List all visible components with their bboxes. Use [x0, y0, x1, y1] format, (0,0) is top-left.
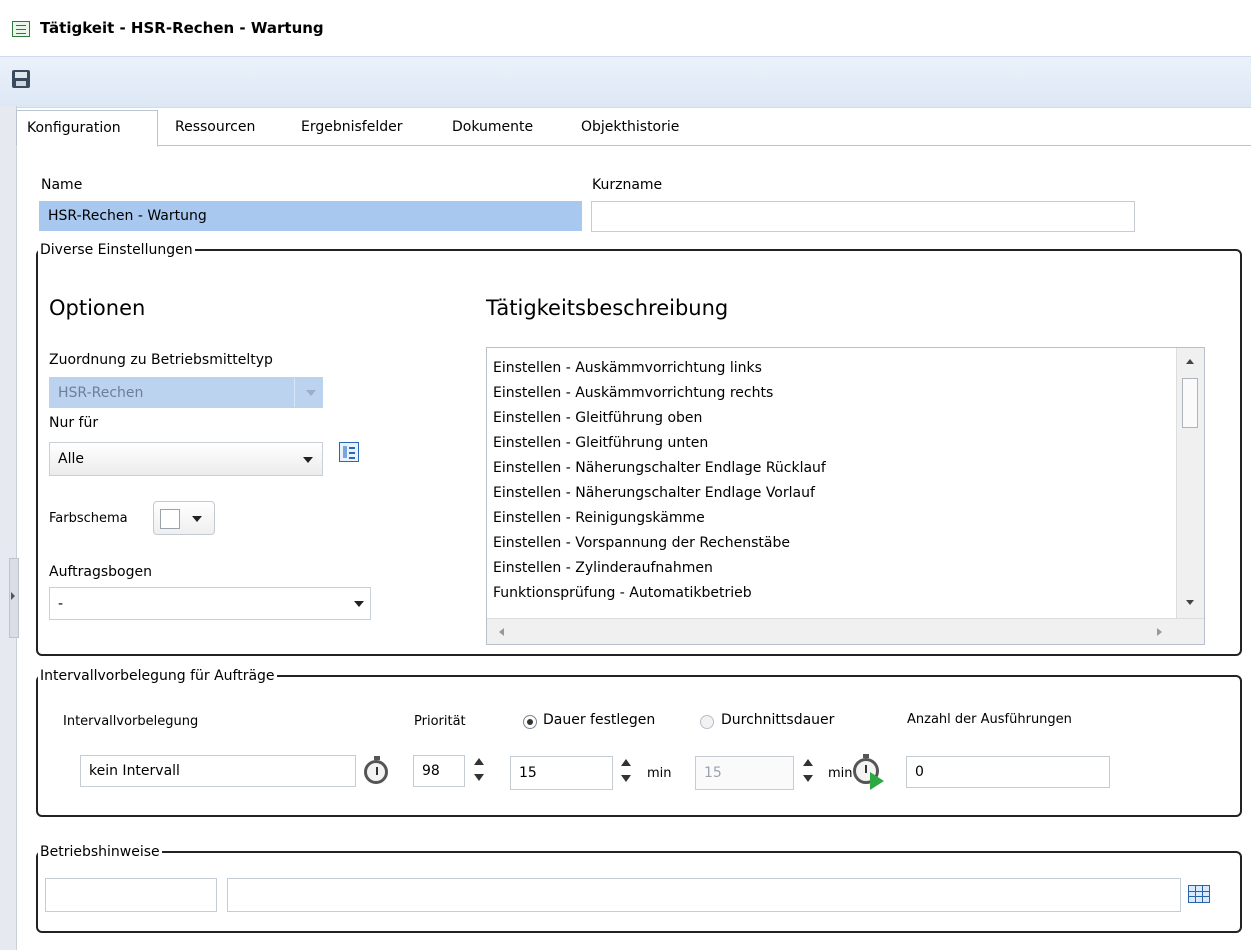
beschreibung-list[interactable]: Einstellen - Auskämmvorrichtung links Ei…: [486, 347, 1205, 645]
dauer-value: 15: [519, 765, 537, 781]
list-item[interactable]: Einstellen - Reinigungskämme: [493, 510, 705, 526]
list-item[interactable]: Einstellen - Gleitführung oben: [493, 410, 702, 426]
farbschema-label: Farbschema: [49, 511, 128, 526]
scroll-down-icon[interactable]: [1186, 600, 1194, 605]
list-item[interactable]: Funktionsprüfung - Automatikbetrieb: [493, 585, 752, 601]
prioritaet-input[interactable]: 98: [413, 755, 465, 787]
farbschema-picker[interactable]: [153, 501, 215, 535]
list-item[interactable]: Einstellen - Näherungschalter Endlage Rü…: [493, 460, 826, 476]
zuordnung-value: HSR-Rechen: [58, 384, 144, 401]
prioritaet-label: Priorität: [414, 714, 466, 729]
toolbar: [0, 56, 1251, 108]
play-icon: [870, 772, 884, 790]
intervall-legend: Intervallvorbelegung für Aufträge: [40, 668, 275, 684]
list-item[interactable]: Einstellen - Auskämmvorrichtung rechts: [493, 385, 773, 401]
tab-ergebnisfelder[interactable]: Ergebnisfelder: [291, 110, 413, 145]
durchnittsdauer-input[interactable]: 15: [695, 756, 794, 790]
chevron-down-icon: [192, 516, 202, 522]
durchnittsdauer-label: Durchnittsdauer: [721, 712, 835, 728]
nurfuer-value: Alle: [58, 451, 84, 467]
list-item[interactable]: Einstellen - Gleitführung unten: [493, 435, 708, 451]
expand-arrow-icon: [11, 592, 15, 600]
optionen-title: Optionen: [49, 296, 146, 320]
dauer-input[interactable]: 15: [510, 756, 613, 790]
stopwatch-icon[interactable]: [364, 756, 388, 784]
auftragsbogen-label: Auftragsbogen: [49, 564, 152, 580]
tab-panel-border: [16, 145, 1251, 146]
tab-ressourcen[interactable]: Ressourcen: [165, 110, 265, 145]
dauer-festlegen-label: Dauer festlegen: [543, 712, 656, 728]
zuordnung-dropdown[interactable]: HSR-Rechen: [49, 377, 323, 408]
intervall-input[interactable]: kein Intervall: [80, 755, 356, 787]
scroll-left-icon[interactable]: [499, 628, 504, 636]
list-item[interactable]: Einstellen - Auskämmvorrichtung links: [493, 360, 762, 376]
save-icon[interactable]: [12, 70, 30, 88]
intervall-group: Intervallvorbelegung für Aufträge: [36, 668, 1242, 817]
name-value: HSR-Rechen - Wartung: [48, 208, 207, 224]
durchnittsdauer-stepper[interactable]: [802, 757, 814, 785]
scroll-thumb[interactable]: [1182, 378, 1198, 428]
diverse-legend: Diverse Einstellungen: [40, 242, 193, 258]
list-item[interactable]: Einstellen - Näherungschalter Endlage Vo…: [493, 485, 815, 501]
betriebshinweise-input[interactable]: [227, 878, 1181, 912]
kurzname-input[interactable]: [591, 201, 1135, 232]
vertical-scrollbar[interactable]: [1176, 348, 1204, 618]
list-item[interactable]: Einstellen - Zylinderaufnahmen: [493, 560, 713, 576]
nurfuer-dropdown[interactable]: Alle: [49, 442, 323, 476]
intervall-value: kein Intervall: [89, 763, 180, 779]
prioritaet-value: 98: [422, 763, 440, 779]
anzahl-input[interactable]: 0: [906, 756, 1110, 788]
scroll-up-icon[interactable]: [1186, 359, 1194, 364]
name-input[interactable]: HSR-Rechen - Wartung: [39, 201, 582, 231]
chevron-down-icon: [303, 457, 313, 463]
betriebshinweise-legend: Betriebshinweise: [40, 844, 160, 860]
betriebshinweise-short-input[interactable]: [45, 878, 217, 912]
list-item[interactable]: Einstellen - Vorspannung der Rechenstäbe: [493, 535, 790, 551]
durchnittsdauer-radio[interactable]: [700, 715, 714, 729]
window-title: Tätigkeit - HSR-Rechen - Wartung: [40, 19, 324, 37]
durchnittsdauer-value: 15: [704, 765, 722, 781]
details-icon[interactable]: [339, 442, 359, 462]
auftragsbogen-value: -: [58, 595, 64, 612]
anzahl-value: 0: [915, 764, 924, 780]
scroll-right-icon[interactable]: [1157, 628, 1162, 636]
chevron-down-icon: [354, 601, 364, 607]
nurfuer-label: Nur für: [49, 415, 99, 431]
table-grid-icon[interactable]: [1188, 885, 1210, 903]
kurzname-label: Kurzname: [592, 177, 663, 193]
activity-form-icon: [12, 21, 30, 37]
anzahl-label: Anzahl der Ausführungen: [907, 712, 1072, 727]
dauer-unit: min: [647, 766, 672, 781]
color-swatch: [160, 509, 180, 529]
tab-konfiguration[interactable]: Konfiguration: [16, 110, 158, 147]
chevron-down-icon: [306, 390, 316, 396]
left-collapse-rail: [0, 106, 17, 950]
name-label: Name: [41, 177, 83, 193]
durchnittsdauer-unit: min: [828, 766, 853, 781]
beschreibung-title: Tätigkeitsbeschreibung: [486, 296, 729, 320]
intervallvorbelegung-label: Intervallvorbelegung: [63, 714, 199, 729]
auftragsbogen-dropdown[interactable]: -: [49, 587, 371, 620]
dauer-stepper[interactable]: [620, 757, 632, 785]
tab-dokumente[interactable]: Dokumente: [442, 110, 543, 145]
tab-objekthistorie[interactable]: Objekthistorie: [571, 110, 689, 145]
horizontal-scrollbar[interactable]: [487, 618, 1204, 644]
zuordnung-label: Zuordnung zu Betriebsmitteltyp: [49, 352, 273, 368]
prioritaet-stepper[interactable]: [473, 756, 485, 784]
dauer-festlegen-radio[interactable]: [523, 715, 537, 729]
